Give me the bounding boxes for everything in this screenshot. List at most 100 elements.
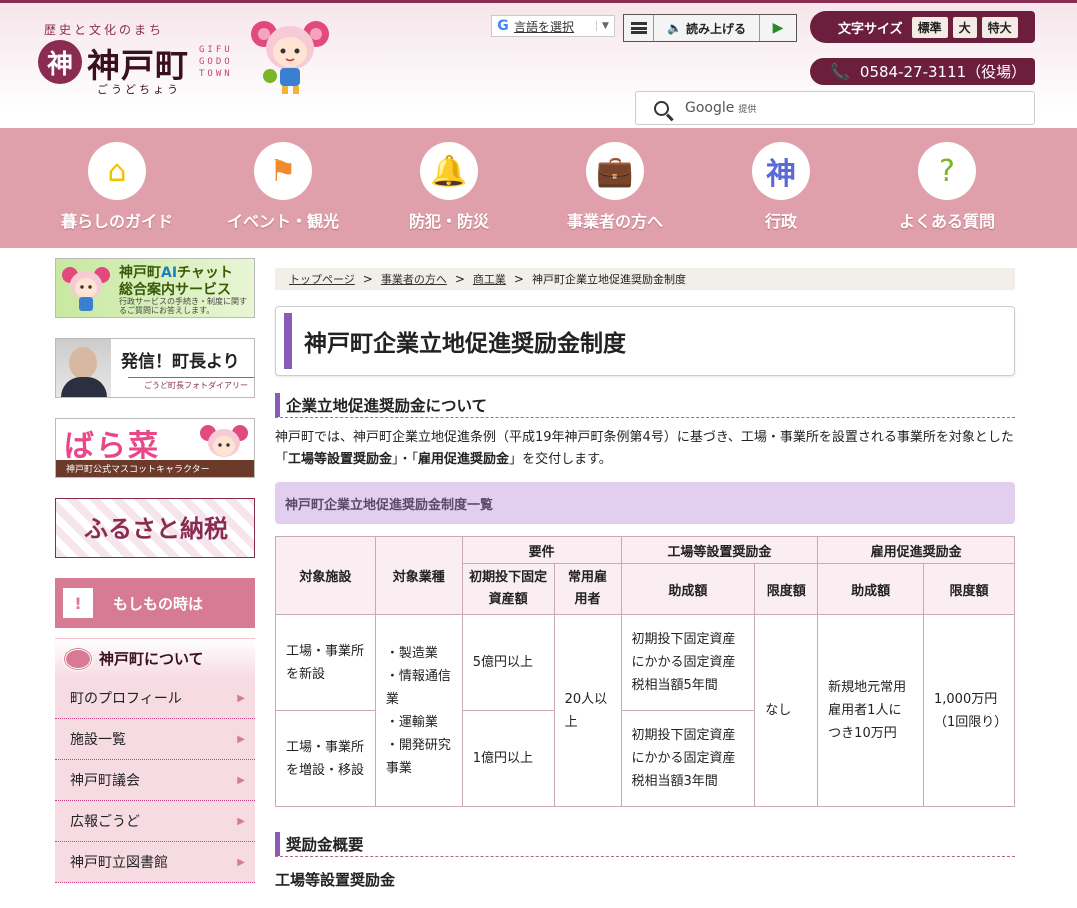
- nav-item-label: イベント・観光: [226, 212, 339, 231]
- site-search-input[interactable]: Google 提供: [635, 91, 1035, 125]
- mascot-illustration: [62, 267, 110, 311]
- search-icon[interactable]: [654, 100, 669, 116]
- ai-chat-banner-subtitle: 総合案内サービス: [119, 282, 231, 298]
- table-header: 限度額: [754, 563, 819, 615]
- table-cell: 工場・事業所を増設・移設: [275, 710, 376, 807]
- ai-chat-banner[interactable]: 神戸町AIチャット 総合案内サービス 行政サービスの手続き・制度に関するご質問に…: [55, 258, 255, 318]
- about-town-title: 神戸町について: [99, 650, 204, 668]
- table-cell: 新規地元常用雇用者1人につき10万円: [817, 614, 924, 807]
- ai-chat-banner-note: 行政サービスの手続き・制度に関するご質問にお答えします。: [119, 297, 247, 315]
- chevron-right-icon: ▶: [237, 856, 245, 868]
- language-selector-label[interactable]: 言語を選択: [514, 18, 596, 35]
- breadcrumb: トップページ > 事業者の方へ > 商工業 > 神戸町企業立地促進奨励金制度: [275, 268, 1015, 290]
- subsection-heading-list: 神戸町企業立地促進奨励金制度一覧: [275, 482, 1015, 524]
- nav-item[interactable]: 💼 事業者の方へ: [532, 128, 698, 248]
- briefcase-icon: 💼: [586, 142, 644, 200]
- about-town-item[interactable]: 神戸町議会 ▶: [55, 760, 255, 801]
- section-heading-about: 企業立地促進奨励金について: [286, 396, 488, 415]
- mayor-banner-title: 発信！町長より: [121, 352, 240, 372]
- menu-icon: [630, 22, 647, 34]
- nav-item-label: 防犯・防災: [408, 212, 489, 231]
- furusato-tax-banner[interactable]: ふるさと納税: [55, 498, 255, 558]
- breadcrumb-link-business[interactable]: 事業者の方へ: [381, 271, 447, 287]
- language-selector[interactable]: G 言語を選択 ▼: [491, 15, 615, 37]
- nav-item[interactable]: ⌂ 暮らしのガイド: [34, 128, 200, 248]
- table-header: 工場等設置奨励金: [620, 536, 819, 564]
- breadcrumb-link-commerce[interactable]: 商工業: [473, 271, 506, 287]
- section-heading: 奨励金概要: [275, 831, 1015, 857]
- nav-item-label: 暮らしのガイド: [60, 212, 173, 231]
- table-cell: 20人以上: [553, 614, 622, 807]
- flag-icon: ⚑: [254, 142, 312, 200]
- intro-paragraph: 神戸町では、神戸町企業立地促進条例（平成19年神戸町条例第4号）に基づき、工場・…: [275, 430, 1014, 467]
- about-town-item-label: 施設一覧: [70, 732, 126, 748]
- nav-item[interactable]: ? よくある質問: [864, 128, 1030, 248]
- phone-number[interactable]: 📞 0584-27-3111（役場）: [810, 58, 1035, 85]
- breadcrumb-link-top[interactable]: トップページ: [289, 271, 355, 287]
- google-g-icon: G: [497, 18, 509, 34]
- read-aloud-button[interactable]: 🔈 読み上げる: [654, 15, 760, 41]
- table-cell: 1,000万円（1回限り）: [923, 614, 1015, 807]
- main-content: トップページ > 事業者の方へ > 商工業 > 神戸町企業立地促進奨励金制度 神…: [275, 268, 1015, 890]
- question-icon: ?: [918, 142, 976, 200]
- table-header: 対象施設: [275, 536, 376, 615]
- play-icon: ▶: [772, 20, 784, 36]
- mayor-photo: [56, 339, 111, 397]
- about-town-item[interactable]: 町のプロフィール ▶: [55, 678, 255, 719]
- mayor-message-banner[interactable]: 発信！町長より ごうど町長フォトダイアリー: [55, 338, 255, 398]
- about-town-item[interactable]: 神戸町立図書館 ▶: [55, 842, 255, 883]
- site-logo[interactable]: 神戸町: [87, 39, 189, 87]
- about-town-item[interactable]: 広報ごうど ▶: [55, 801, 255, 842]
- section-heading: 企業立地促進奨励金について: [275, 392, 1015, 418]
- font-size-xlarge-button[interactable]: 特大: [981, 16, 1018, 38]
- mascot-banner-subtitle: 神戸町公式マスコットキャラクター: [56, 460, 254, 477]
- chevron-right-icon: ▶: [237, 692, 245, 704]
- read-aloud-label: 読み上げる: [685, 21, 746, 36]
- about-town-item-label: 広報ごうど: [70, 814, 140, 830]
- about-town-item-label: 神戸町議会: [70, 773, 140, 789]
- town-logo-mark[interactable]: 神: [38, 40, 82, 84]
- table-cell: 工場・事業所を新設: [275, 614, 376, 711]
- house-hand-icon: ⌂: [88, 142, 146, 200]
- table-cell: 1億円以上: [461, 710, 555, 807]
- nav-item[interactable]: 神行政: [698, 128, 864, 248]
- nav-item-label: 事業者の方へ: [566, 212, 663, 231]
- site-tagline: 歴史と文化のまち: [44, 23, 165, 37]
- dropdown-arrow-icon[interactable]: ▼: [596, 21, 614, 31]
- about-town-item-label: 神戸町立図書館: [70, 855, 168, 871]
- title-accent-bar: [284, 313, 292, 369]
- font-size-standard-button[interactable]: 標準: [911, 16, 948, 38]
- about-town-item[interactable]: 施設一覧 ▶: [55, 719, 255, 760]
- town-emblem-icon: 神: [752, 142, 810, 200]
- chevron-right-icon: ▶: [237, 774, 245, 786]
- chevron-right-icon: ▶: [237, 733, 245, 745]
- play-button[interactable]: ▶: [760, 15, 796, 41]
- table-cell: なし: [754, 614, 819, 807]
- mayor-banner-subtitle: ごうど町長フォトダイアリー: [128, 377, 254, 391]
- table-cell: 初期投下固定資産にかかる固定資産税相当額5年間: [620, 614, 756, 711]
- breadcrumb-separator-icon: >: [454, 272, 465, 286]
- table-header: 初期投下固定資産額: [461, 563, 555, 615]
- mascot-illustration: [251, 21, 329, 94]
- phone-text: 0584-27-3111（役場）: [859, 63, 1027, 81]
- read-aloud-toolbar: 🔈 読み上げる ▶: [623, 14, 797, 42]
- table-cell: 初期投下固定資産にかかる固定資産税相当額3年間: [620, 710, 756, 807]
- font-size-label: 文字サイズ: [838, 21, 903, 37]
- about-town-menu: 神戸町について 町のプロフィール ▶ 施設一覧 ▶ 神戸町議会 ▶ 広報ごうど ▶ 神戸町立図書…: [55, 638, 255, 883]
- section-heading-overview: 奨励金概要: [286, 835, 364, 854]
- font-size-large-button[interactable]: 大: [952, 16, 977, 38]
- page-title: 神戸町企業立地促進奨励金制度: [304, 331, 626, 357]
- nav-item[interactable]: ⚑ イベント・観光: [200, 128, 366, 248]
- table-header: 対象業種: [374, 536, 463, 615]
- mascot-banner[interactable]: ばら菜 神戸町公式マスコットキャラクター: [55, 418, 255, 478]
- about-town-heading: 神戸町について: [55, 638, 255, 678]
- heading-accent-bar: [275, 831, 280, 856]
- rose-icon: [63, 646, 93, 671]
- search-provider: Google 提供: [685, 100, 757, 116]
- incentive-table: 対象施設 対象業種 要件 工場等設置奨励金 雇用促進奨励金 初期投下固定資産額 …: [275, 536, 1015, 807]
- emergency-link[interactable]: ! もしもの時は: [55, 578, 255, 628]
- nav-item[interactable]: 🔔 防犯・防災: [366, 128, 532, 248]
- breadcrumb-separator-icon: >: [513, 272, 524, 286]
- nav-item-label: よくある質問: [898, 212, 995, 231]
- read-aloud-menu-button[interactable]: [624, 15, 654, 41]
